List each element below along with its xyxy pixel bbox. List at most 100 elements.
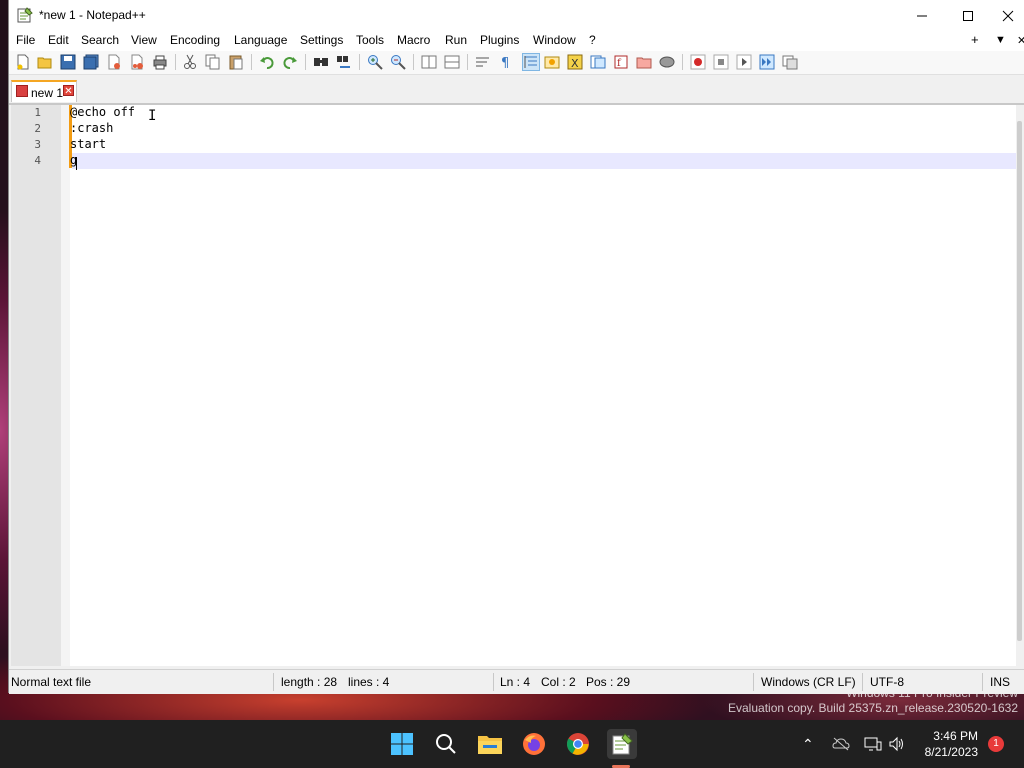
stop-record-icon[interactable]: [713, 54, 729, 70]
minimize-button[interactable]: [899, 0, 945, 31]
print-icon[interactable]: [152, 54, 168, 70]
find-icon[interactable]: [313, 54, 329, 70]
editor-area[interactable]: 1 2 3 4 @echo off :crash start g I: [11, 104, 1023, 666]
status-eol: Windows (CR LF): [761, 675, 856, 689]
run-macro-multiple-icon[interactable]: [759, 54, 775, 70]
taskbar-clock[interactable]: 3:46 PM 8/21/2023: [925, 728, 978, 760]
indent-guide-icon[interactable]: [522, 53, 540, 71]
sync-vertical-icon[interactable]: [421, 54, 437, 70]
taskbar: ⌃ 3:46 PM 8/21/2023: [0, 720, 1024, 768]
toolbar: ¶ X f: [9, 51, 1024, 75]
ibeam-cursor-icon: I: [148, 108, 157, 124]
clock-date: 8/21/2023: [924, 745, 978, 759]
menu-macro[interactable]: Macro: [397, 33, 430, 47]
tab-close-icon[interactable]: ✕: [63, 85, 74, 97]
file-explorer-button[interactable]: [475, 729, 505, 759]
svg-text:¶: ¶: [501, 56, 509, 70]
close-file-icon[interactable]: [106, 54, 122, 70]
notification-badge[interactable]: 1: [988, 736, 1004, 752]
copy-icon[interactable]: [205, 54, 221, 70]
record-macro-icon[interactable]: [690, 54, 706, 70]
zoom-out-icon[interactable]: [390, 54, 406, 70]
redo-icon[interactable]: [282, 54, 298, 70]
menu-edit[interactable]: Edit: [48, 33, 69, 47]
volume-icon[interactable]: [888, 736, 906, 752]
search-button[interactable]: [431, 729, 461, 759]
menu-view[interactable]: View: [131, 33, 157, 47]
new-tab-plus-icon[interactable]: +: [971, 32, 979, 47]
doc-map-icon[interactable]: X: [567, 54, 583, 70]
svg-text:X: X: [571, 57, 579, 70]
status-lines: lines : 4: [348, 675, 390, 689]
paste-icon[interactable]: [228, 54, 244, 70]
menu-run[interactable]: Run: [445, 33, 467, 47]
close-icon: [1002, 10, 1014, 21]
toolbar-separator: [305, 54, 306, 70]
code-line[interactable]: @echo off: [70, 105, 135, 119]
start-button[interactable]: [387, 729, 417, 759]
toolbar-separator: [682, 54, 683, 70]
menu-tools[interactable]: Tools: [356, 33, 384, 47]
chrome-icon: [567, 733, 589, 755]
folder-workspace-icon[interactable]: [636, 54, 652, 70]
show-hidden-icons-chevron-icon[interactable]: ⌃: [802, 736, 814, 753]
save-all-icon[interactable]: [83, 54, 99, 70]
scrollbar-thumb[interactable]: [1017, 121, 1022, 641]
word-wrap-icon[interactable]: [475, 54, 491, 70]
menu-language[interactable]: Language: [234, 33, 287, 47]
maximize-button[interactable]: [945, 0, 991, 31]
status-encoding: UTF-8: [870, 675, 904, 689]
cut-icon[interactable]: [182, 54, 198, 70]
chrome-button[interactable]: [563, 729, 593, 759]
menu-settings[interactable]: Settings: [300, 33, 343, 47]
menu-help[interactable]: ?: [589, 33, 596, 47]
menu-file[interactable]: File: [16, 33, 35, 47]
user-defined-lang-icon[interactable]: [544, 54, 560, 70]
show-all-chars-icon[interactable]: ¶: [498, 54, 514, 70]
tab-new-1[interactable]: new 1 ✕: [11, 80, 77, 102]
doc-list-icon[interactable]: [590, 54, 606, 70]
start-icon: [391, 733, 413, 755]
menu-encoding[interactable]: Encoding: [170, 33, 220, 47]
replace-icon[interactable]: [336, 54, 352, 70]
status-file-type: Normal text file: [11, 675, 92, 689]
line-number-gutter: 1 2 3 4: [11, 105, 61, 666]
status-separator: [862, 673, 863, 691]
close-all-icon[interactable]: [129, 54, 145, 70]
current-line-highlight: [72, 153, 1016, 169]
close-window-button[interactable]: [991, 0, 1024, 31]
menu-bar: File Edit Search View Encoding Language …: [9, 31, 1024, 51]
zoom-in-icon[interactable]: [367, 54, 383, 70]
function-list-icon[interactable]: f: [613, 54, 629, 70]
status-insert-mode: INS: [990, 675, 1011, 689]
toolbar-separator: [251, 54, 252, 70]
playback-macro-icon[interactable]: [736, 54, 752, 70]
title-bar[interactable]: *new 1 - Notepad++: [9, 0, 1024, 31]
vertical-scrollbar[interactable]: [1016, 105, 1023, 666]
menu-plugins[interactable]: Plugins: [480, 33, 519, 47]
minimize-icon: [917, 15, 927, 16]
firefox-button[interactable]: [519, 729, 549, 759]
search-icon: [436, 734, 456, 754]
monitoring-icon[interactable]: [659, 54, 675, 70]
save-icon[interactable]: [60, 54, 76, 70]
new-file-icon[interactable]: [15, 54, 31, 70]
fold-margin[interactable]: [61, 105, 70, 666]
open-file-icon[interactable]: [37, 54, 53, 70]
network-icon[interactable]: [864, 736, 882, 752]
close-tab-x-icon[interactable]: ✕: [1017, 34, 1024, 47]
status-separator: [753, 673, 754, 691]
undo-icon[interactable]: [259, 54, 275, 70]
code-line[interactable]: start: [70, 137, 106, 151]
onedrive-offline-icon[interactable]: [832, 736, 850, 752]
menu-window[interactable]: Window: [533, 33, 576, 47]
sync-horizontal-icon[interactable]: [444, 54, 460, 70]
tab-list-dropdown-icon[interactable]: ▼: [995, 34, 1006, 46]
clock-time: 3:46 PM: [933, 729, 978, 743]
notepad-plus-plus-app-icon: [17, 7, 33, 23]
notepad-plus-plus-taskbar-button[interactable]: [607, 729, 637, 759]
menu-search[interactable]: Search: [81, 33, 119, 47]
window-title: *new 1 - Notepad++: [39, 8, 146, 22]
save-macro-icon[interactable]: [782, 54, 798, 70]
code-line[interactable]: :crash: [70, 121, 113, 135]
